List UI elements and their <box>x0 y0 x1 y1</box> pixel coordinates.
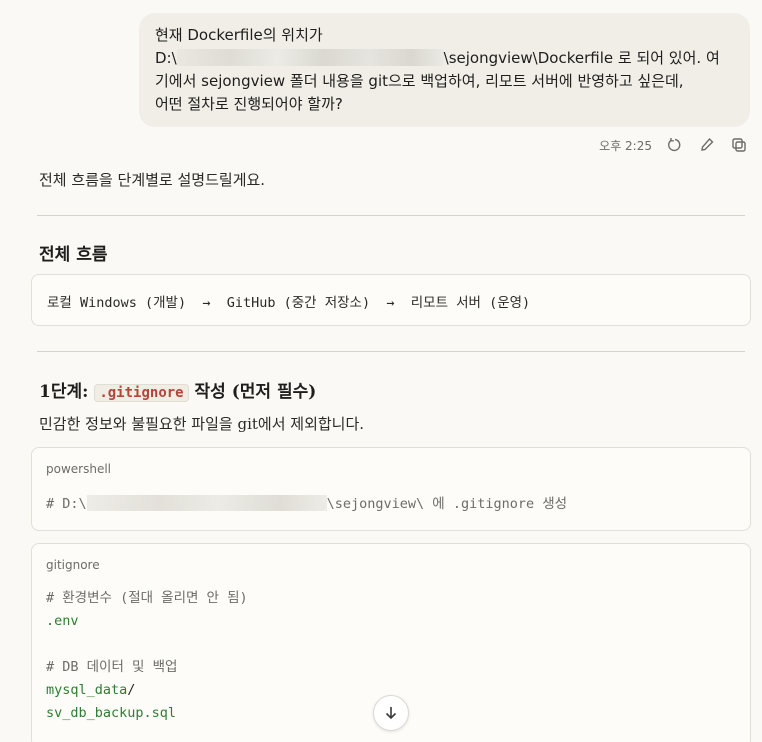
divider <box>37 215 745 216</box>
arrow-down-icon <box>385 707 397 720</box>
retry-icon[interactable] <box>666 136 684 154</box>
step-label: 1단계: <box>39 382 95 402</box>
edit-icon[interactable] <box>698 136 716 154</box>
code-text: # D:\ <box>46 496 87 512</box>
code-slash: / <box>127 682 136 698</box>
code-entry: mysql_data <box>46 682 128 698</box>
code-block-powershell: powershell # D:\ \sejongview\ 에 .gitignor… <box>31 447 751 531</box>
step-description: 민감한 정보와 불필요한 파일을 git에서 제외합니다. <box>39 415 365 433</box>
redacted-path <box>86 495 327 511</box>
code-entry: sv_db_backup.sql <box>46 705 177 721</box>
code-comment: # 환경변수 (절대 올리면 안 됨) <box>46 590 248 606</box>
code-language-label: powershell <box>46 462 111 476</box>
code-blank <box>46 633 248 656</box>
code-language-label: gitignore <box>46 558 100 572</box>
copy-icon[interactable] <box>730 136 748 154</box>
code-comment: # DB 데이터 및 백업 <box>46 659 178 675</box>
message-timestamp: 오후 2:25 <box>599 138 652 153</box>
message-actions: 오후 2:25 <box>599 136 748 154</box>
user-message-bubble: 현재 Dockerfile의 위치가 D:\ \sejongview\Docker… <box>139 13 750 127</box>
code-content: # 환경변수 (절대 올리면 안 됨) .env # DB 데이터 및 백업 mys… <box>46 587 248 725</box>
user-message-line: 현재 Dockerfile의 위치가 <box>155 26 323 44</box>
response-intro: 전체 흐름을 단계별로 설명드릴게요. <box>39 171 266 189</box>
redacted-path <box>176 49 444 66</box>
inline-code: .gitignore <box>94 384 189 402</box>
path-prefix: D:\ <box>155 49 177 67</box>
step-title-suffix: 작성 (먼저 필수) <box>188 382 317 402</box>
step-heading: 1단계: .gitignore 작성 (먼저 필수) <box>39 377 316 402</box>
code-entry: .env <box>46 613 79 629</box>
user-message-line: 어떤 절차로 진행되어야 할까? <box>155 95 343 113</box>
scroll-down-button[interactable] <box>373 695 409 731</box>
user-message-line: 기에서 sejongview 폴더 내용을 git으로 백업하여, 리모트 서버… <box>155 72 684 90</box>
code-entry-row: mysql_data/ <box>46 679 248 702</box>
flow-code-block: 로컬 Windows (개발) → GitHub (중간 저장소) → 리모트 … <box>31 274 751 326</box>
user-message-line: D:\ \sejongview\Dockerfile 로 되어 있어. 여 <box>155 47 734 70</box>
code-text: \sejongview\ 에 .gitignore 생성 <box>326 496 568 512</box>
path-suffix: \sejongview\Dockerfile 로 되어 있어. 여 <box>443 49 720 67</box>
divider <box>37 351 745 352</box>
section-heading: 전체 흐름 <box>39 245 108 265</box>
code-line: # D:\ \sejongview\ 에 .gitignore 생성 <box>46 493 567 516</box>
